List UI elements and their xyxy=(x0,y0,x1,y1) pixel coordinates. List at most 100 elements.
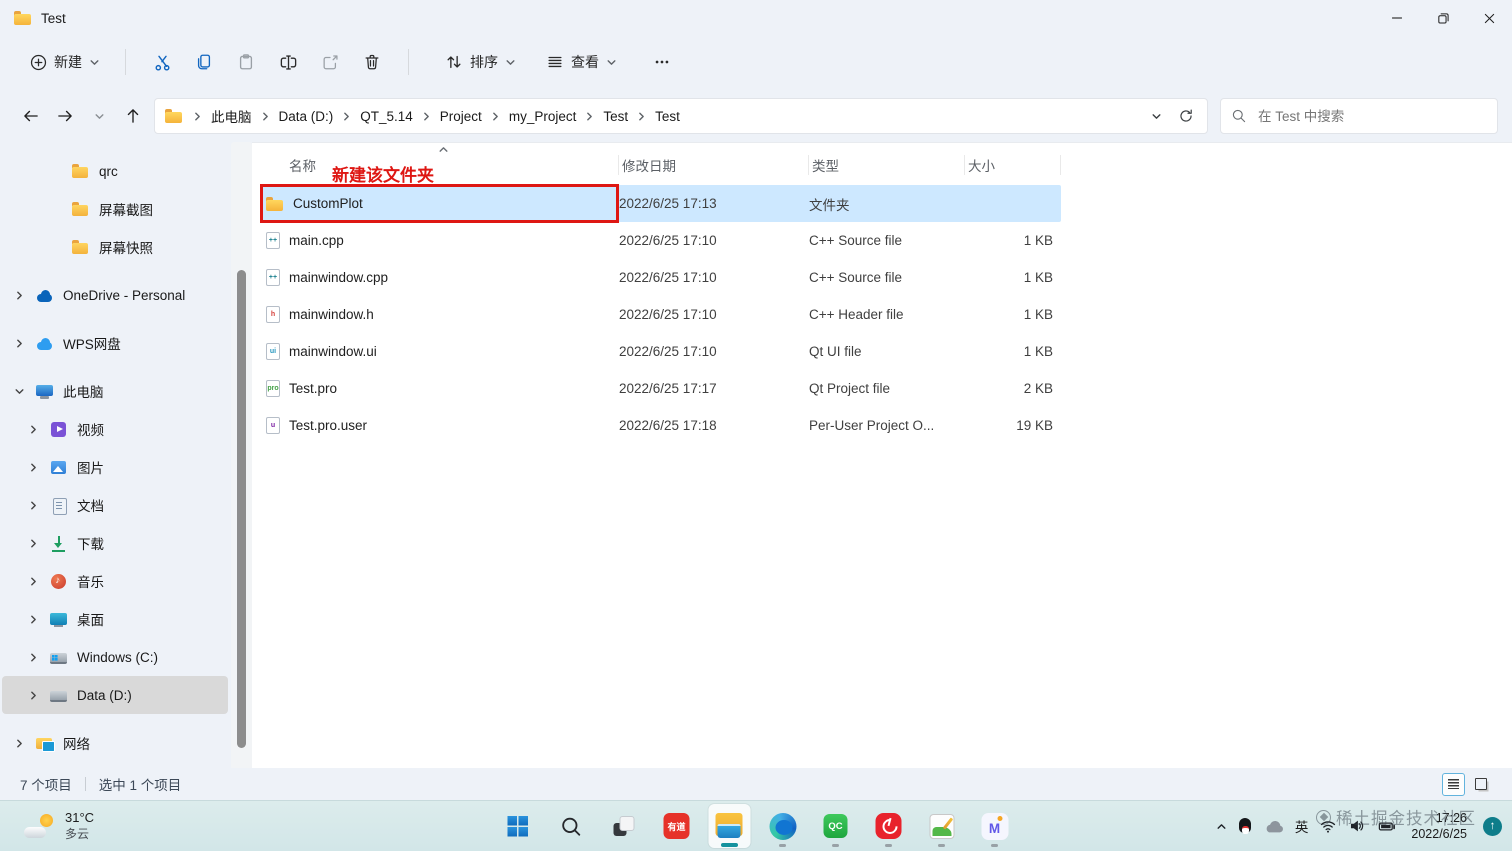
search-input[interactable] xyxy=(1256,108,1487,125)
taskbar-explorer-button[interactable] xyxy=(709,804,751,848)
large-icons-view-button[interactable] xyxy=(1470,773,1492,795)
tray-battery-icon[interactable] xyxy=(1377,817,1396,836)
more-icon xyxy=(653,53,671,71)
tray-qq-icon[interactable] xyxy=(1238,817,1253,835)
breadcrumb-bar[interactable]: 此电脑 Data (D:) QT_5.14 Project my_Project Test… xyxy=(154,98,1208,134)
sidebar-item-WPS网盘[interactable]: WPS网盘 xyxy=(2,324,228,362)
sidebar-item-屏幕截图[interactable]: 屏幕截图 xyxy=(2,190,228,228)
back-button[interactable] xyxy=(14,99,48,133)
address-dropdown-button[interactable] xyxy=(1141,101,1171,131)
file-row[interactable]: hmainwindow.h2022/6/25 17:10C++ Header f… xyxy=(263,296,1061,333)
breadcrumb-item[interactable]: QT_5.14 xyxy=(353,106,420,127)
details-view-button[interactable] xyxy=(1442,773,1465,796)
file-name: Test.pro.user xyxy=(289,418,367,433)
taskbar-youdao-button[interactable]: 有道 xyxy=(656,804,698,848)
sort-button[interactable]: 排序 xyxy=(436,44,525,80)
copy-button[interactable] xyxy=(183,44,225,80)
new-button[interactable]: 新建 xyxy=(20,44,110,80)
chevron-right-icon[interactable] xyxy=(26,462,40,473)
sidebar-item-OneDrive - Personal[interactable]: OneDrive - Personal xyxy=(2,276,228,314)
taskbar-edge-button[interactable] xyxy=(762,804,804,848)
file-row[interactable]: proTest.pro2022/6/25 17:17Qt Project fil… xyxy=(263,370,1061,407)
sidebar-item-视频[interactable]: 视频 xyxy=(2,410,228,448)
toolbar-divider xyxy=(125,49,126,75)
sidebar-item-下载[interactable]: 下载 xyxy=(2,524,228,562)
chevron-right-icon[interactable] xyxy=(26,690,40,701)
taskbar-search-button[interactable] xyxy=(550,804,592,848)
sidebar-item-音乐[interactable]: 音乐 xyxy=(2,562,228,600)
file-size-cell: 1 KB xyxy=(965,296,1061,333)
minimize-button[interactable] xyxy=(1374,0,1420,36)
chevron-right-icon[interactable] xyxy=(12,290,26,301)
sidebar-item-Windows (C:)[interactable]: Windows (C:) xyxy=(2,638,228,676)
paste-button[interactable] xyxy=(225,44,267,80)
youdao-icon: 有道 xyxy=(664,813,690,839)
file-row[interactable]: uimainwindow.ui2022/6/25 17:10Qt UI file… xyxy=(263,333,1061,370)
up-button[interactable] xyxy=(116,99,150,133)
breadcrumb-item[interactable]: my_Project xyxy=(502,106,584,127)
taskbar-netease-button[interactable] xyxy=(868,804,910,848)
sidebar-item-此电脑[interactable]: 此电脑 xyxy=(2,372,228,410)
tray-lang-indicator[interactable]: 英 xyxy=(1295,816,1309,836)
chevron-right-icon[interactable] xyxy=(26,500,40,511)
file-size-cell xyxy=(965,185,1061,222)
sidebar-item-桌面[interactable]: 桌面 xyxy=(2,600,228,638)
rename-button[interactable] xyxy=(267,44,309,80)
see-more-button[interactable] xyxy=(642,44,682,80)
sidebar-item-qrc[interactable]: qrc xyxy=(2,152,228,190)
chevron-right-icon[interactable] xyxy=(12,338,26,349)
file-row[interactable]: ++mainwindow.cpp2022/6/25 17:10C++ Sourc… xyxy=(263,259,1061,296)
chevron-right-icon[interactable] xyxy=(26,614,40,625)
sidebar-item-label: 图片 xyxy=(77,457,104,477)
recent-locations-button[interactable] xyxy=(82,99,116,133)
column-header[interactable]: 修改日期 xyxy=(619,155,809,175)
notification-badge[interactable]: ↑ xyxy=(1483,817,1502,836)
refresh-button[interactable] xyxy=(1171,101,1201,131)
tray-volume-icon[interactable] xyxy=(1348,817,1366,835)
tray-chevron-up-icon[interactable] xyxy=(1216,821,1227,832)
taskbar-mapp-button[interactable]: M xyxy=(974,804,1016,848)
breadcrumb-item[interactable]: 此电脑 xyxy=(204,103,259,129)
chevron-right-icon[interactable] xyxy=(26,652,40,663)
sidebar-item-文档[interactable]: 文档 xyxy=(2,486,228,524)
breadcrumb-item[interactable]: Project xyxy=(433,106,489,127)
sidebar-item-Data (D:)[interactable]: Data (D:) xyxy=(2,676,228,714)
taskbar-start-button[interactable] xyxy=(497,804,539,848)
column-header[interactable]: 类型 xyxy=(809,155,965,175)
sidebar-item-屏幕快照[interactable]: 屏幕快照 xyxy=(2,228,228,266)
breadcrumb-item[interactable]: Test xyxy=(648,106,687,127)
file-row[interactable]: ++main.cpp2022/6/25 17:10C++ Source file… xyxy=(263,222,1061,259)
weather-widget[interactable]: 31°C 多云 xyxy=(24,801,94,851)
scrollbar-thumb[interactable] xyxy=(237,270,246,748)
tray-date: 2022/6/25 xyxy=(1411,826,1467,842)
clock[interactable]: 17:26 2022/6/25 xyxy=(1411,810,1467,843)
column-header[interactable]: 大小 xyxy=(965,155,1061,175)
file-name: main.cpp xyxy=(289,233,344,248)
chevron-right-icon[interactable] xyxy=(26,576,40,587)
sidebar-item-网络[interactable]: 网络 xyxy=(2,724,228,762)
chevron-down-icon[interactable] xyxy=(12,386,26,397)
chevron-right-icon[interactable] xyxy=(12,738,26,749)
column-header[interactable]: 名称 xyxy=(263,155,619,175)
sidebar-item-图片[interactable]: 图片 xyxy=(2,448,228,486)
close-button[interactable] xyxy=(1466,0,1512,36)
delete-button[interactable] xyxy=(351,44,393,80)
file-name-cell: proTest.pro xyxy=(263,370,619,407)
cut-button[interactable] xyxy=(141,44,183,80)
breadcrumb-item[interactable]: Data (D:) xyxy=(272,106,341,127)
chevron-right-icon[interactable] xyxy=(26,424,40,435)
view-button[interactable]: 查看 xyxy=(537,44,626,80)
tray-cloud-icon[interactable] xyxy=(1264,819,1284,834)
chevron-right-icon[interactable] xyxy=(26,538,40,549)
taskbar-imgedit-button[interactable] xyxy=(921,804,963,848)
file-row[interactable]: uTest.pro.user2022/6/25 17:18Per-User Pr… xyxy=(263,407,1061,444)
desktop-icon xyxy=(49,610,68,629)
restore-button[interactable] xyxy=(1420,0,1466,36)
forward-button[interactable] xyxy=(48,99,82,133)
taskbar-taskview-button[interactable] xyxy=(603,804,645,848)
tray-wifi-icon[interactable] xyxy=(1319,817,1337,835)
taskbar-qc-button[interactable]: QC xyxy=(815,804,857,848)
sidebar-scrollbar[interactable] xyxy=(231,142,252,772)
breadcrumb-item[interactable]: Test xyxy=(596,106,635,127)
share-button[interactable] xyxy=(309,44,351,80)
